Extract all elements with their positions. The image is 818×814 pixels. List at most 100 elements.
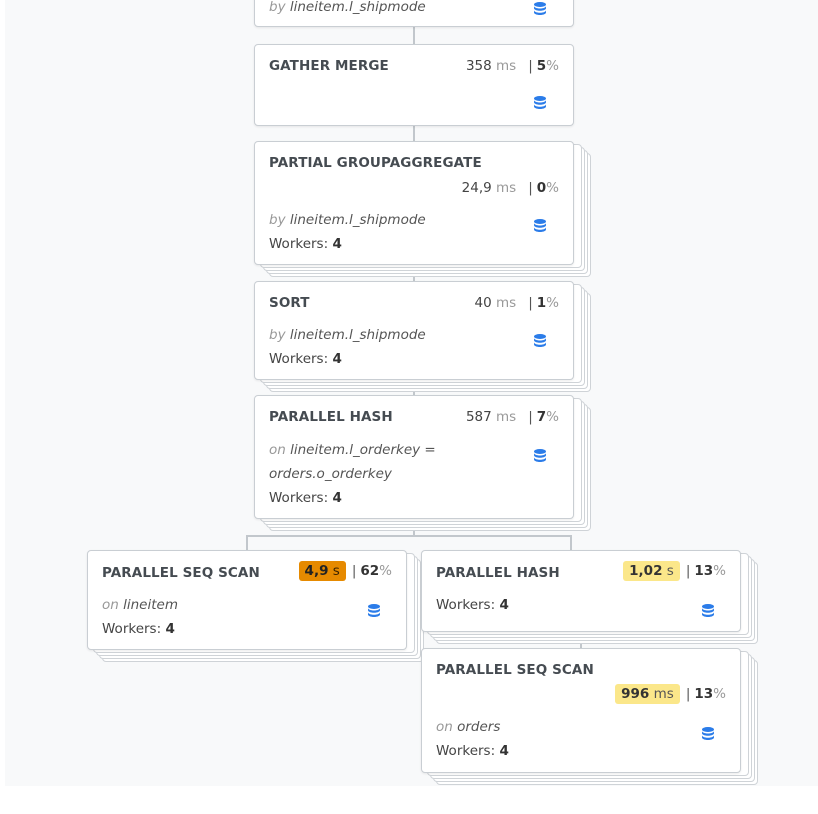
node-detail-line2: orders.o_orderkey	[269, 466, 392, 482]
node-detail: on orders	[436, 719, 500, 735]
duration-value: 587	[465, 409, 492, 425]
node-detail: on lineitem.l_orderkey =	[269, 442, 436, 458]
duration-unit: s	[666, 563, 674, 579]
duration: 358 ms	[460, 56, 522, 76]
workers-count: 4	[499, 743, 509, 759]
query-plan-canvas: by lineitem.l_shipmode GATHER MERGE 358 …	[0, 0, 818, 814]
node-title: PARALLEL HASH	[436, 565, 560, 581]
workers-count: 4	[332, 490, 342, 506]
workers: Workers: 4	[269, 351, 342, 367]
database-icon	[534, 2, 546, 15]
duration-badge: 4,9 s	[298, 561, 346, 581]
percent-value: 1	[536, 295, 547, 311]
workers-count: 4	[332, 351, 342, 367]
connector	[246, 535, 248, 551]
workers: Workers: 4	[269, 490, 342, 506]
detail-value: orders	[457, 719, 501, 735]
duration-unit: ms	[496, 295, 517, 311]
duration-unit: ms	[496, 58, 517, 74]
database-icon	[534, 334, 546, 347]
plan-node-partial-groupaggregate: PARTIAL GROUPAGGREGATE 24,9 ms | 0% by l…	[254, 141, 591, 277]
node-stats: 996 ms | 13%	[615, 684, 726, 704]
node-detail: by lineitem.l_shipmode	[269, 327, 426, 343]
detail-prefix: on	[269, 442, 286, 458]
node-title: PARALLEL SEQ SCAN	[436, 662, 594, 678]
plan-node-seq-scan-orders: PARALLEL SEQ SCAN 996 ms | 13% on orders…	[421, 648, 758, 785]
detail-value: orders.o_orderkey	[269, 466, 392, 482]
percent-value: 5	[536, 58, 547, 74]
node-title: SORT	[269, 295, 310, 311]
percent-unit: %	[713, 563, 726, 579]
workers-label: Workers:	[436, 597, 496, 613]
node-card[interactable]: PARALLEL HASH 587 ms | 7% on lineitem.l_…	[254, 395, 574, 519]
workers: Workers: 4	[436, 743, 509, 759]
workers-label: Workers:	[102, 621, 162, 637]
database-icon	[702, 604, 714, 617]
duration-badge: 1,02 s	[623, 561, 680, 581]
workers-count: 4	[165, 621, 175, 637]
plan-node-parallel-hash: PARALLEL HASH 1,02 s | 13% Workers: 4	[421, 550, 758, 644]
node-stats: 40 ms | 1%	[469, 293, 559, 313]
plan-node-sort: SORT 40 ms | 1% by lineitem.l_shipmode W…	[254, 281, 591, 392]
detail-prefix: by	[269, 0, 286, 15]
node-stats: 587 ms | 7%	[460, 407, 559, 427]
workers-label: Workers:	[269, 351, 329, 367]
workers: Workers: 4	[102, 621, 175, 637]
node-card[interactable]: SORT 40 ms | 1% by lineitem.l_shipmode W…	[254, 281, 574, 380]
workers-label: Workers:	[269, 236, 329, 252]
duration-unit: ms	[496, 409, 517, 425]
node-title: PARALLEL HASH	[269, 409, 393, 425]
workers: Workers: 4	[269, 236, 342, 252]
separator: |	[351, 563, 357, 579]
detail-value: lineitem	[123, 597, 178, 613]
percent-unit: %	[546, 180, 559, 196]
workers-label: Workers:	[269, 490, 329, 506]
separator: |	[528, 295, 533, 311]
separator: |	[685, 686, 691, 702]
node-stats: 24,9 ms | 0%	[456, 178, 559, 198]
duration-unit: ms	[496, 180, 517, 196]
node-card[interactable]: by lineitem.l_shipmode	[254, 0, 574, 27]
duration-value: 4,9	[304, 563, 329, 579]
percent-value: 62	[360, 563, 380, 579]
separator: |	[685, 563, 691, 579]
plan-node-gather-merge: GATHER MERGE 358 ms | 5%	[254, 44, 574, 126]
database-icon	[702, 727, 714, 740]
node-title: GATHER MERGE	[269, 58, 389, 74]
duration-badge: 996 ms	[615, 684, 680, 704]
percent-unit: %	[546, 409, 559, 425]
database-icon	[534, 96, 546, 109]
workers: Workers: 4	[436, 597, 509, 613]
detail-value: lineitem.l_orderkey =	[290, 442, 436, 458]
node-card[interactable]: PARALLEL HASH 1,02 s | 13% Workers: 4	[421, 550, 741, 632]
node-stats: 4,9 s | 62%	[298, 561, 392, 581]
detail-prefix: on	[102, 597, 119, 613]
percent-value: 13	[694, 686, 714, 702]
plan-node-seq-scan-lineitem: PARALLEL SEQ SCAN 4,9 s | 62% on lineite…	[87, 550, 424, 662]
connector	[413, 125, 415, 142]
node-detail: by lineitem.l_shipmode	[269, 212, 426, 228]
duration: 24,9 ms	[456, 178, 523, 198]
duration: 587 ms	[460, 407, 522, 427]
detail-value: lineitem.l_shipmode	[289, 0, 426, 15]
plan-node-parallel-hash-join: PARALLEL HASH 587 ms | 7% on lineitem.l_…	[254, 395, 591, 531]
detail-prefix: on	[436, 719, 453, 735]
database-icon	[534, 219, 546, 232]
percent-value: 13	[694, 563, 714, 579]
duration-value: 1,02	[629, 563, 663, 579]
node-card[interactable]: PARTIAL GROUPAGGREGATE 24,9 ms | 0% by l…	[254, 141, 574, 265]
duration-value: 996	[621, 686, 650, 702]
connector	[413, 26, 415, 44]
node-card[interactable]: GATHER MERGE 358 ms | 5%	[254, 44, 574, 126]
detail-prefix: by	[269, 327, 286, 343]
duration: 40 ms	[469, 293, 523, 313]
node-stats: 358 ms | 5%	[460, 56, 559, 76]
workers-count: 4	[499, 597, 509, 613]
node-card[interactable]: PARALLEL SEQ SCAN 996 ms | 13% on orders…	[421, 648, 741, 773]
database-icon	[368, 604, 380, 617]
percent-unit: %	[546, 58, 559, 74]
node-stats: 1,02 s | 13%	[623, 561, 726, 581]
node-card[interactable]: PARALLEL SEQ SCAN 4,9 s | 62% on lineite…	[87, 550, 407, 650]
duration-value: 24,9	[461, 180, 492, 196]
connector	[570, 535, 572, 551]
